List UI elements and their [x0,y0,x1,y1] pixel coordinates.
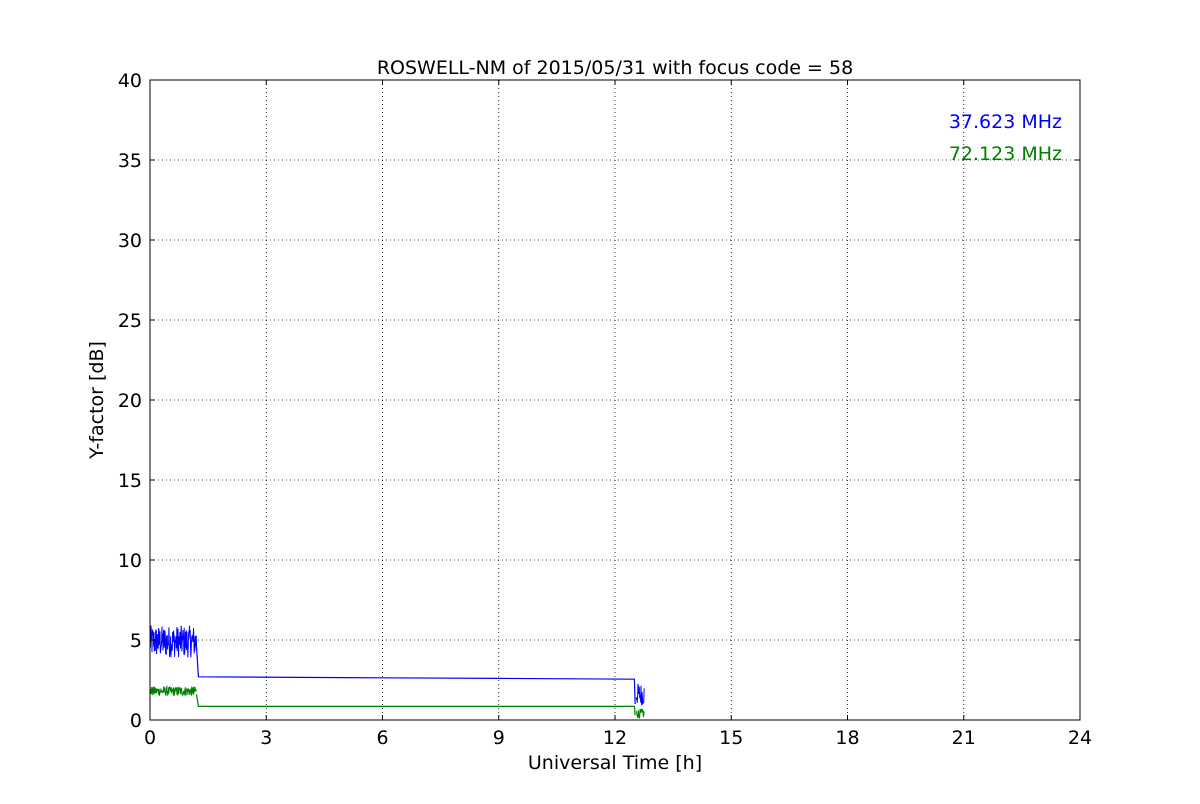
chart-container: 0 3 6 9 12 15 18 21 24 0 5 10 15 20 25 30 35 40 ROSWELL-N… [0,0,1200,800]
y-tick-label: 10 [118,550,142,572]
y-tick-label: 5 [130,630,142,652]
x-tick-label: 18 [835,727,859,749]
y-tick-label: 20 [118,390,142,412]
x-tick-label: 0 [144,727,156,749]
x-tick-label: 6 [376,727,388,749]
legend-entry: 37.623 MHz [949,111,1062,133]
y-factor-chart: 0 3 6 9 12 15 18 21 24 0 5 10 15 20 25 30 35 40 ROSWELL-N… [86,57,1092,774]
y-tick-label: 30 [118,230,142,252]
x-tick-label: 12 [603,727,627,749]
x-tick-label: 24 [1068,727,1092,749]
y-tick-label: 35 [118,150,142,172]
y-tick-label: 15 [118,470,142,492]
y-tick-label: 0 [130,710,142,732]
chart-title: ROSWELL-NM of 2015/05/31 with focus code… [377,57,853,79]
x-tick-label: 9 [493,727,505,749]
y-axis-label: Y-factor [dB] [86,341,108,460]
x-tick-label: 21 [952,727,976,749]
x-tick-label: 15 [719,727,743,749]
y-tick-label: 25 [118,310,142,332]
legend-entry: 72.123 MHz [949,143,1062,165]
y-tick-label: 40 [118,70,142,92]
x-axis-label: Universal Time [h] [528,752,702,774]
x-tick-label: 3 [260,727,272,749]
